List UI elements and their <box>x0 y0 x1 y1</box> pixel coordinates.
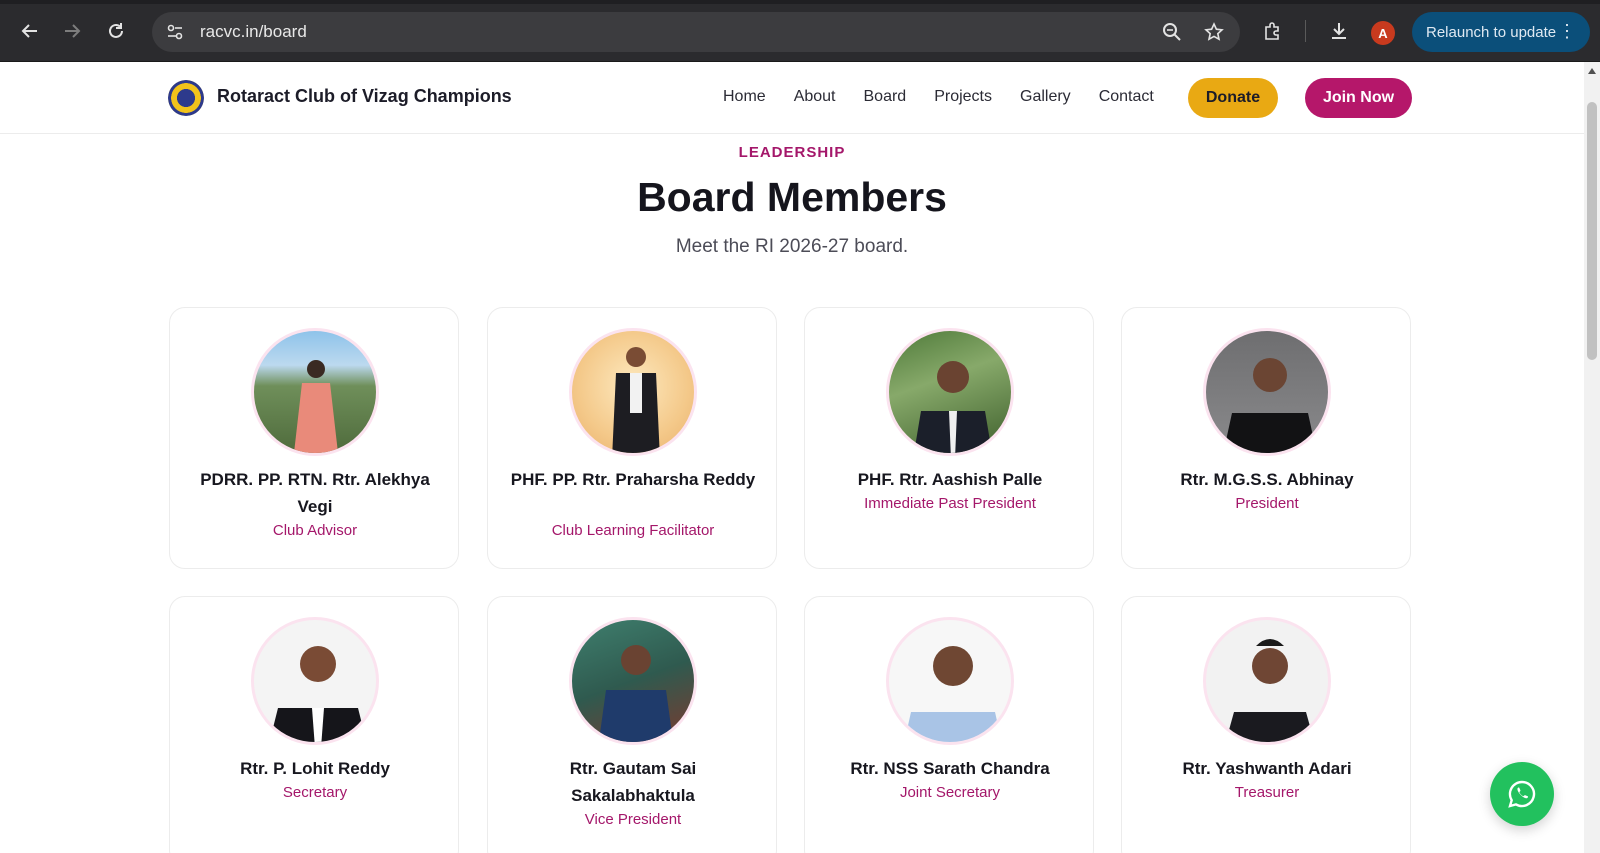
main-nav: Home About Board Projects Gallery Contac… <box>723 88 1182 106</box>
member-name: Rtr. NSS Sarath Chandra <box>850 759 1050 778</box>
member-card: PDRR. PP. RTN. Rtr. Alekhya Vegi Club Ad… <box>169 307 459 569</box>
member-role: Joint Secretary <box>899 784 1001 801</box>
member-name: PDRR. PP. RTN. Rtr. Alekhya Vegi <box>200 470 430 516</box>
reload-icon <box>109 23 123 38</box>
member-card: PHF. Rtr. Aashish Palle Immediate Past P… <box>804 307 1094 569</box>
nav-contact[interactable]: Contact <box>1099 88 1154 106</box>
download-icon[interactable] <box>1327 19 1351 43</box>
member-photo <box>569 617 697 745</box>
member-card: Rtr. P. Lohit Reddy Secretary <box>169 596 459 853</box>
nav-gallery[interactable]: Gallery <box>1020 88 1071 106</box>
browser-toolbar: racvc.in/board A Relaunch to update ⋮ <box>0 0 1600 62</box>
brand-name[interactable]: Rotaract Club of Vizag Champions <box>217 86 512 107</box>
donate-button[interactable]: Donate <box>1188 78 1278 118</box>
member-photo <box>251 328 379 456</box>
member-photo <box>886 328 1014 456</box>
reload-button[interactable] <box>102 17 130 45</box>
menu-kebab-icon[interactable]: ⋮ <box>1558 21 1576 41</box>
relaunch-button[interactable]: Relaunch to update ⋮ <box>1412 12 1590 52</box>
forward-button[interactable] <box>58 17 86 45</box>
person-silhouette-icon <box>269 646 367 742</box>
scroll-up-arrow-icon[interactable] <box>1588 68 1596 74</box>
site-settings-icon[interactable] <box>164 21 186 43</box>
section-eyebrow: LEADERSHIP <box>738 144 846 161</box>
page-subtitle: Meet the RI 2026-27 board. <box>675 236 909 257</box>
member-photo <box>1203 617 1331 745</box>
page-scrollbar[interactable] <box>1584 62 1600 853</box>
member-name: Rtr. Gautam Sai Sakalabhaktula <box>569 759 697 805</box>
member-role: Secretary <box>282 784 348 801</box>
bookmark-star-icon[interactable] <box>1202 20 1226 44</box>
nav-board[interactable]: Board <box>864 88 907 106</box>
member-role: President <box>1235 495 1299 512</box>
member-role: Club Advisor <box>272 522 358 539</box>
member-photo <box>1203 328 1331 456</box>
page-viewport: Rotaract Club of Vizag Champions Home Ab… <box>0 62 1584 853</box>
arrow-left-icon <box>21 24 37 38</box>
member-photo <box>569 328 697 456</box>
extensions-icon[interactable] <box>1260 19 1284 43</box>
member-name: PHF. Rtr. Aashish Palle <box>857 470 1043 489</box>
arrow-right-icon <box>65 24 81 38</box>
page-title: Board Members <box>637 174 947 220</box>
member-name: Rtr. M.G.S.S. Abhinay <box>1180 470 1354 489</box>
scrollbar-thumb[interactable] <box>1587 102 1597 360</box>
member-name: PHF. PP. Rtr. Praharsha Reddy <box>510 470 756 489</box>
zoom-icon[interactable] <box>1160 20 1184 44</box>
toolbar-divider <box>1305 20 1306 42</box>
member-card: Rtr. M.G.S.S. Abhinay President <box>1121 307 1411 569</box>
person-silhouette-icon <box>598 645 674 742</box>
profile-avatar[interactable]: A <box>1371 21 1395 45</box>
member-name: Rtr. Yashwanth Adari <box>1182 759 1352 778</box>
member-role: Immediate Past President <box>864 495 1036 512</box>
member-role: Vice President <box>584 811 682 828</box>
nav-projects[interactable]: Projects <box>934 88 992 106</box>
relaunch-label: Relaunch to update <box>1426 23 1557 41</box>
member-photo <box>251 617 379 745</box>
site-header: Rotaract Club of Vizag Champions Home Ab… <box>0 62 1584 134</box>
person-silhouette-icon <box>914 361 992 453</box>
person-silhouette-icon <box>1225 639 1315 742</box>
person-silhouette-icon <box>612 347 660 453</box>
member-name: Rtr. P. Lohit Reddy <box>240 759 390 778</box>
nav-about[interactable]: About <box>794 88 836 106</box>
member-role: Club Learning Facilitator <box>551 522 715 539</box>
person-silhouette-icon <box>1223 358 1317 453</box>
url-text[interactable]: racvc.in/board <box>200 22 307 42</box>
person-silhouette-icon <box>294 360 338 453</box>
back-button[interactable] <box>16 17 44 45</box>
whatsapp-icon <box>1508 780 1536 808</box>
member-role: Treasurer <box>1234 784 1300 801</box>
tab-strip <box>0 0 1600 4</box>
join-now-button[interactable]: Join Now <box>1305 78 1412 118</box>
club-logo[interactable] <box>168 80 204 116</box>
address-bar[interactable]: racvc.in/board <box>152 12 1240 52</box>
person-silhouette-icon <box>904 646 1002 742</box>
whatsapp-button[interactable] <box>1490 762 1554 826</box>
nav-home[interactable]: Home <box>723 88 766 106</box>
member-card: Rtr. Yashwanth Adari Treasurer <box>1121 596 1411 853</box>
member-card: PHF. PP. Rtr. Praharsha Reddy Club Learn… <box>487 307 777 569</box>
member-photo <box>886 617 1014 745</box>
member-card: Rtr. Gautam Sai Sakalabhaktula Vice Pres… <box>487 596 777 853</box>
member-card: Rtr. NSS Sarath Chandra Joint Secretary <box>804 596 1094 853</box>
